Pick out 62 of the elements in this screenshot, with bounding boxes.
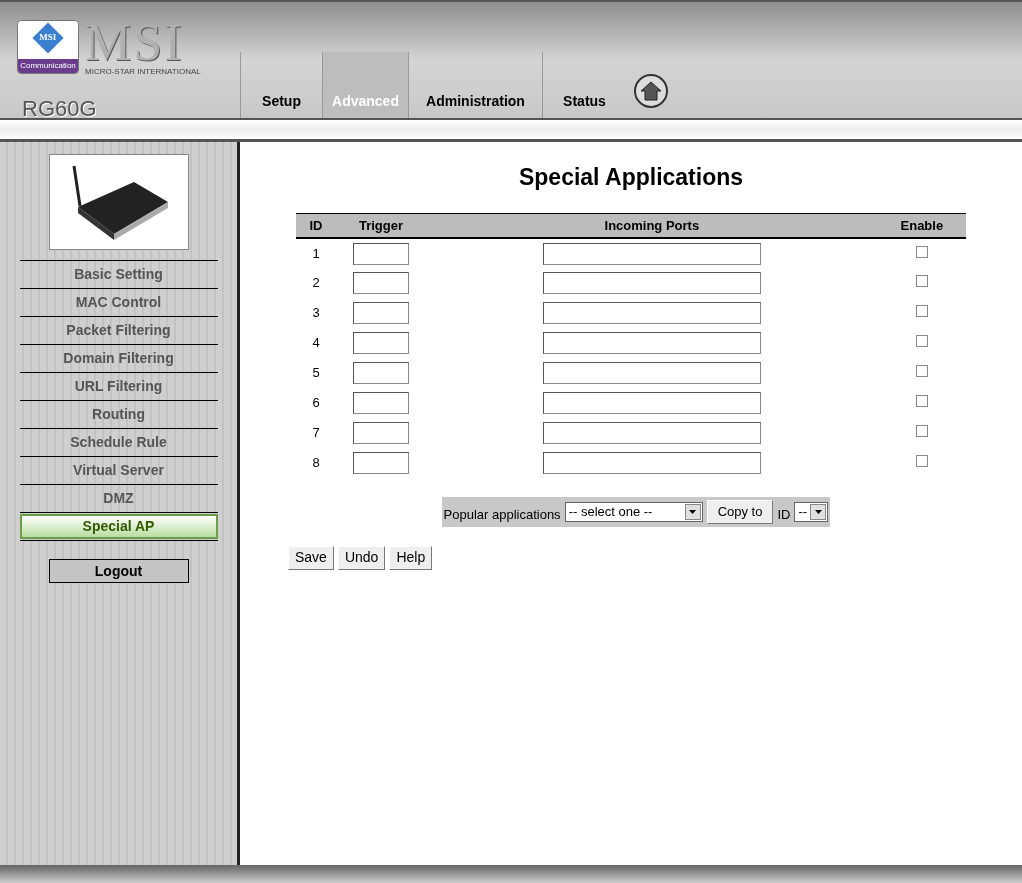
trigger-field[interactable] [353,362,409,384]
copy-to-button[interactable]: Copy to [706,499,774,524]
trigger-field[interactable] [353,242,409,265]
row-id: 2 [311,274,321,293]
ports-field[interactable] [542,362,761,384]
sidebar-item[interactable]: URL Filtering [19,374,218,399]
id-label: ID [777,506,791,524]
column-header: ID [296,213,336,238]
action-button[interactable]: Help [389,545,433,570]
ports-field[interactable] [542,332,761,354]
sidebar-item[interactable]: Special AP [19,514,218,539]
enable-checkbox[interactable] [915,455,928,468]
enable-checkbox[interactable] [915,425,928,438]
sidebar-item[interactable]: Routing [19,402,218,427]
logout-button[interactable]: Logout [48,559,189,583]
trigger-field[interactable] [353,422,409,444]
model-name: RG60G [22,95,98,123]
ports-field[interactable] [542,242,761,265]
row-id: 4 [311,334,321,353]
sidebar-item[interactable]: Basic Setting [19,262,218,287]
sidebar-item[interactable]: MAC Control [19,290,218,315]
ports-field[interactable] [542,272,761,294]
enable-checkbox[interactable] [915,365,928,378]
row-id: 5 [311,364,321,383]
column-header: Incoming Ports [426,213,878,238]
application-select[interactable]: -- select one -- [564,501,703,522]
action-button[interactable]: Undo [337,545,386,570]
row-id: 1 [296,238,336,268]
trigger-field[interactable] [353,392,409,414]
sidebar-item[interactable]: Schedule Rule [19,430,218,455]
enable-checkbox[interactable] [915,395,928,408]
sidebar-item[interactable]: Virtual Server [19,458,218,483]
ports-field[interactable] [542,302,761,324]
trigger-field[interactable] [353,272,409,294]
action-button[interactable]: Save [288,545,334,570]
row-id: 8 [311,454,321,473]
enable-checkbox[interactable] [915,275,928,288]
badge-caption: Communication [18,59,78,73]
trigger-field[interactable] [353,332,409,354]
column-header: Enable [877,213,966,238]
home-icon[interactable] [634,74,668,108]
logo-wordmark: MSI [85,20,184,66]
ports-field[interactable] [542,452,761,474]
trigger-field[interactable] [353,302,409,324]
sidebar-item[interactable]: DMZ [19,486,218,511]
trigger-field[interactable] [353,452,409,474]
row-id: 7 [311,424,321,443]
enable-checkbox[interactable] [915,335,928,348]
ports-field[interactable] [542,422,761,444]
sidebar-item[interactable]: Packet Filtering [19,318,218,343]
badge-text: MSI [39,31,57,45]
id-select[interactable]: -- [794,501,829,522]
logo-tagline: MICRO-STAR INTERNATIONAL [85,66,201,78]
enable-checkbox[interactable] [915,305,928,318]
column-header: Trigger [336,213,426,238]
page-title: Special Applications [518,163,744,192]
popular-label: Popular applications [443,506,561,524]
row-id: 6 [311,394,321,413]
enable-checkbox[interactable] [915,245,928,258]
row-id: 3 [311,304,321,323]
ports-field[interactable] [542,392,761,414]
sidebar-item[interactable]: Domain Filtering [19,346,218,371]
